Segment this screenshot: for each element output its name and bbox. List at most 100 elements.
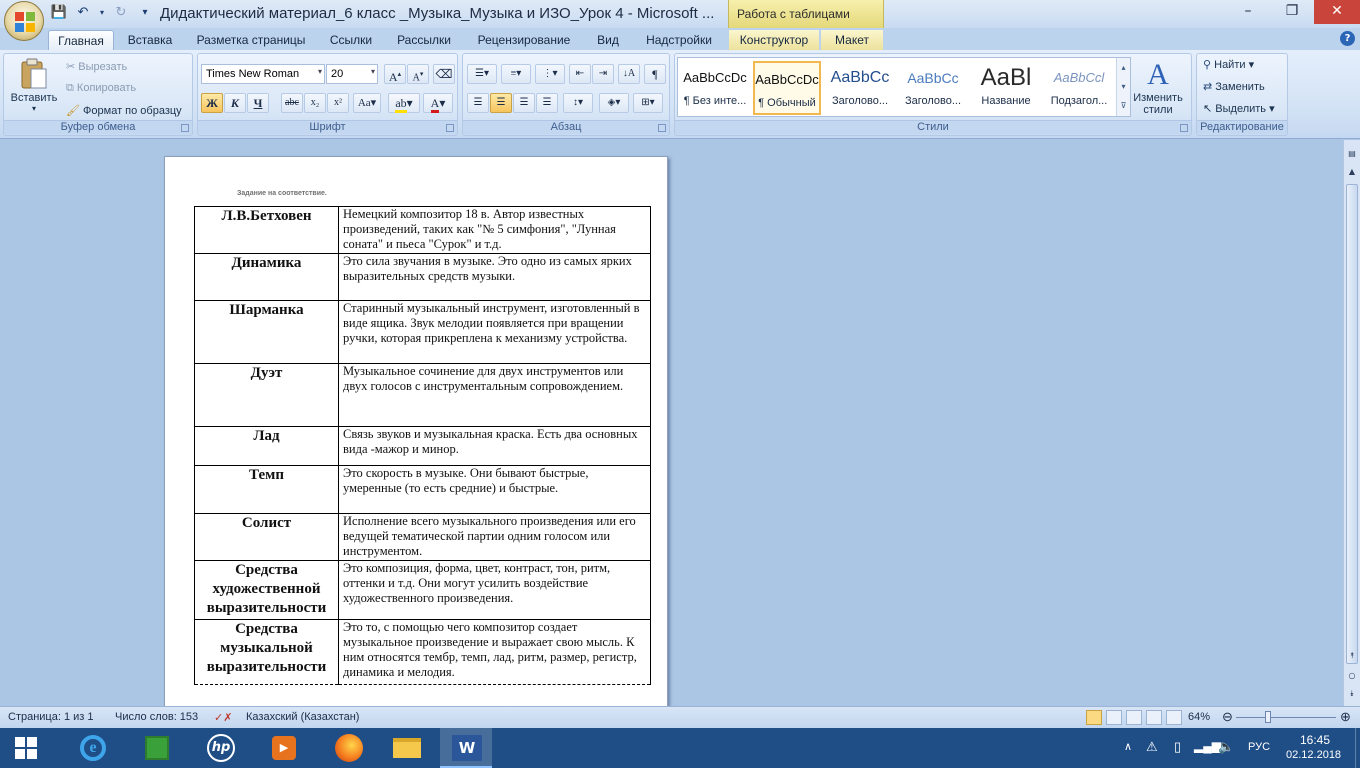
format-painter-button[interactable]: 🖌 Формат по образцу <box>66 104 182 117</box>
style-normal[interactable]: AaBbCcDc ¶ Обычный <box>753 61 821 115</box>
styles-launcher-icon[interactable] <box>1180 124 1188 132</box>
multilevel-list-icon[interactable]: ⋮▾ <box>535 64 565 84</box>
help-icon[interactable]: ? <box>1340 31 1355 46</box>
spelling-icon[interactable]: ✓✗ <box>214 711 232 724</box>
vertical-scrollbar[interactable]: ▤ ▲ ⯭ ○ ⯯ <box>1343 140 1360 706</box>
tray-chevron-icon[interactable]: ∧ <box>1124 740 1132 753</box>
zoom-slider-thumb[interactable] <box>1265 711 1271 723</box>
decrease-indent-icon[interactable]: ⇤ <box>569 64 591 84</box>
bold-icon[interactable]: Ж <box>201 93 223 113</box>
term-cell[interactable]: Солист <box>194 513 339 561</box>
line-spacing-icon[interactable]: ↕▾ <box>563 93 593 113</box>
font-launcher-icon[interactable] <box>446 124 454 132</box>
show-marks-icon[interactable]: ¶ <box>644 64 666 84</box>
tab-view[interactable]: Вид <box>588 30 628 50</box>
tab-mailings[interactable]: Рассылки <box>388 30 460 50</box>
full-screen-reading-icon[interactable] <box>1106 710 1122 725</box>
subscript-icon[interactable]: x₂ <box>304 93 326 113</box>
desc-cell[interactable]: Связь звуков и музыкальная краска. Есть … <box>338 426 651 466</box>
sort-icon[interactable]: ↓A <box>618 64 640 84</box>
style-subtitle[interactable]: AaBbCcl Подзагол... <box>1045 61 1113 115</box>
shrink-font-icon[interactable]: A▾ <box>407 64 429 84</box>
signal-icon[interactable]: ▂▄▆ <box>1194 739 1221 753</box>
show-desktop-button[interactable] <box>1355 728 1360 768</box>
superscript-icon[interactable]: x² <box>327 93 349 113</box>
start-button[interactable] <box>0 728 52 768</box>
highlight-icon[interactable]: ab▾ <box>388 93 420 113</box>
select-button[interactable]: ↖ Выделить ▾ <box>1203 102 1275 115</box>
desc-cell[interactable]: Это то, с помощью чего композитор создае… <box>338 619 651 685</box>
justify-icon[interactable]: ☰ <box>536 93 558 113</box>
desc-cell[interactable]: Немецкий композитор 18 в. Автор известны… <box>338 206 651 254</box>
outline-icon[interactable] <box>1146 710 1162 725</box>
term-cell[interactable]: Лад <box>194 426 339 466</box>
document-page[interactable]: Задание на соответствие. Л.В.Бетховен Не… <box>164 156 668 706</box>
style-heading-2[interactable]: AaBbCc Заголово... <box>899 61 967 115</box>
change-styles-button[interactable]: A Изменить стили <box>1125 58 1191 116</box>
align-left-icon[interactable]: ☰ <box>467 93 489 113</box>
desc-cell[interactable]: Музыкальное сочинение для двух инструмен… <box>338 363 651 427</box>
term-cell[interactable]: Динамика <box>194 253 339 301</box>
tab-references[interactable]: Ссылки <box>320 30 382 50</box>
undo-dropdown-icon[interactable]: ▾ <box>98 4 106 22</box>
term-cell[interactable]: Шарманка <box>194 300 339 364</box>
scroll-up-icon[interactable]: ▲ <box>1346 166 1358 178</box>
clear-format-icon[interactable]: ⌫ <box>433 64 455 84</box>
strikethrough-icon[interactable]: abc <box>281 93 303 113</box>
minimize-button[interactable]: – <box>1226 0 1270 24</box>
taskbar-video[interactable]: ▶ <box>258 728 310 768</box>
numbering-icon[interactable]: ≡▾ <box>501 64 531 84</box>
save-icon[interactable]: 💾 <box>50 4 68 22</box>
tab-home[interactable]: Главная <box>48 30 114 50</box>
replace-button[interactable]: ⇄ Заменить <box>1203 80 1265 93</box>
taskbar-store[interactable] <box>130 728 182 768</box>
style-heading-1[interactable]: AaBbCc Заголово... <box>826 61 894 115</box>
italic-icon[interactable]: К <box>224 93 246 113</box>
font-name-field[interactable]: Times New Roman ▾ <box>201 64 325 84</box>
volume-icon[interactable]: 🔈 <box>1218 739 1234 755</box>
paste-button[interactable]: Вставить ▾ <box>8 58 60 118</box>
term-cell[interactable]: Дуэт <box>194 363 339 427</box>
tab-design[interactable]: Конструктор <box>729 30 819 50</box>
maximize-button[interactable]: ❐ <box>1270 0 1314 24</box>
desc-cell[interactable]: Старинный музыкальный инструмент, изгото… <box>338 300 651 364</box>
clipboard-launcher-icon[interactable] <box>181 124 189 132</box>
taskbar-word[interactable]: W <box>440 728 492 768</box>
word-count[interactable]: Число слов: 153 <box>115 711 198 723</box>
paragraph-launcher-icon[interactable] <box>658 124 666 132</box>
redo-icon[interactable]: ↻ <box>112 4 130 22</box>
shading-icon[interactable]: ◈▾ <box>599 93 629 113</box>
grow-font-icon[interactable]: A▴ <box>384 64 406 84</box>
underline-icon[interactable]: Ч <box>247 93 269 113</box>
term-cell[interactable]: Средства музыкальной выразительности <box>194 619 339 685</box>
undo-icon[interactable]: ↶ <box>74 4 92 22</box>
term-cell[interactable]: Средства художественной выразительности <box>194 560 339 620</box>
page-count[interactable]: Страница: 1 из 1 <box>8 711 94 723</box>
font-color-icon[interactable]: A▾ <box>423 93 453 113</box>
desc-cell[interactable]: Это композиция, форма, цвет, контраст, т… <box>338 560 651 620</box>
change-case-icon[interactable]: Aa▾ <box>353 93 381 113</box>
zoom-level[interactable]: 64% <box>1188 711 1210 723</box>
style-no-spacing[interactable]: AaBbCcDc ¶ Без инте... <box>681 61 749 115</box>
ruler-toggle-icon[interactable]: ▤ <box>1346 148 1358 160</box>
increase-indent-icon[interactable]: ⇥ <box>592 64 614 84</box>
draft-icon[interactable] <box>1166 710 1182 725</box>
tab-layout[interactable]: Макет <box>821 30 883 50</box>
bullets-icon[interactable]: ☰▾ <box>467 64 497 84</box>
taskbar-explorer[interactable] <box>380 728 432 768</box>
qat-customize-icon[interactable]: ▾ <box>136 4 154 22</box>
copy-button[interactable]: ⧉ Копировать <box>66 82 136 95</box>
office-button[interactable] <box>4 1 44 41</box>
zoom-in-icon[interactable]: ⊕ <box>1340 709 1351 725</box>
zoom-out-icon[interactable]: ⊖ <box>1222 709 1233 725</box>
network-warning-icon[interactable]: ⚠ <box>1146 739 1158 755</box>
style-title[interactable]: AaBl Название <box>972 61 1040 115</box>
browse-object-icon[interactable]: ○ <box>1346 670 1358 682</box>
close-button[interactable]: ✕ <box>1314 0 1360 24</box>
desc-cell[interactable]: Это скорость в музыке. Они бывают быстры… <box>338 465 651 514</box>
scroll-thumb[interactable] <box>1346 184 1358 664</box>
clock-time[interactable]: 16:45 <box>1300 733 1330 747</box>
next-page-icon[interactable]: ⯯ <box>1346 688 1358 700</box>
gallery-scroll[interactable]: ▴ ▾ ⊽ <box>1116 58 1130 116</box>
clock-date[interactable]: 02.12.2018 <box>1286 749 1341 761</box>
